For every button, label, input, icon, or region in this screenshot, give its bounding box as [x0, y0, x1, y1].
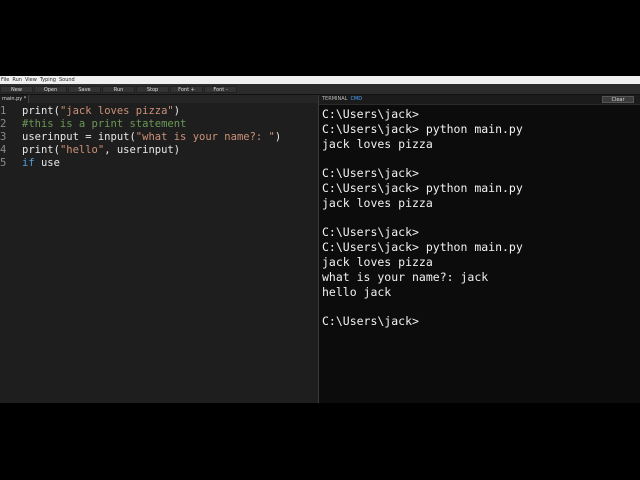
- menu-bar: File Run View Typing Sound: [0, 76, 640, 84]
- terminal-header: TERMINAL CMD Clear: [319, 95, 640, 105]
- code-token: ): [274, 131, 282, 143]
- code-token: if: [22, 157, 35, 169]
- terminal-line: hello jack: [322, 284, 392, 299]
- line-number: 1: [0, 105, 7, 117]
- font-increase-button[interactable]: Font +: [170, 85, 203, 93]
- menu-sound[interactable]: Sound: [59, 76, 75, 84]
- code-line[interactable]: 5 if use: [0, 157, 318, 170]
- line-number: 4: [0, 144, 7, 156]
- stop-button[interactable]: Stop: [136, 85, 169, 93]
- file-tab-main[interactable]: main.py *: [0, 95, 30, 103]
- editor-tab-bar: main.py *: [0, 95, 318, 103]
- toolbar: New Open Save Run Stop Font + Font -: [0, 84, 640, 95]
- terminal-line: C:\Users\jack> python main.py: [322, 121, 523, 136]
- code-text: print("jack loves pizza"): [22, 105, 180, 118]
- terminal-line: C:\Users\jack>: [322, 314, 419, 329]
- open-button[interactable]: Open: [34, 85, 67, 93]
- line-number: 5: [0, 157, 7, 169]
- code-text: #this is a print statement: [22, 118, 186, 131]
- terminal-line: jack loves pizza: [322, 195, 433, 210]
- terminal-panel[interactable]: TERMINAL CMD Clear C:\Users\jack> C:\User…: [319, 95, 640, 403]
- code-text: userinput = input("what is your name?: "…: [22, 131, 281, 144]
- font-decrease-button[interactable]: Font -: [204, 85, 237, 93]
- terminal-line: what is your name?: jack: [322, 269, 489, 284]
- terminal-line: C:\Users\jack>: [322, 225, 419, 240]
- workspace: main.py * 1 print("jack loves pizza") 2 #th…: [0, 95, 640, 403]
- code-line[interactable]: 3 userinput = input("what is your name?: …: [0, 131, 318, 144]
- clear-button[interactable]: Clear: [602, 96, 634, 103]
- tab-terminal[interactable]: TERMINAL: [322, 95, 347, 104]
- terminal-line: C:\Users\jack>: [322, 166, 419, 181]
- code-token: ): [173, 105, 181, 117]
- menu-run[interactable]: Run: [12, 76, 22, 84]
- code-line[interactable]: 1 print("jack loves pizza"): [0, 105, 318, 118]
- code-token: "jack loves pizza": [59, 105, 174, 117]
- code-token: #this is a print statement: [22, 118, 187, 130]
- menu-view[interactable]: View: [25, 76, 37, 84]
- terminal-line: C:\Users\jack>: [322, 107, 419, 121]
- code-token: , userinput): [104, 144, 181, 156]
- tab-cmd[interactable]: CMD: [350, 95, 362, 104]
- terminal-line: jack loves pizza: [322, 136, 433, 151]
- code-text: print("hello", userinput): [22, 144, 180, 157]
- code-editor[interactable]: main.py * 1 print("jack loves pizza") 2 #th…: [0, 95, 319, 403]
- terminal-output[interactable]: C:\Users\jack> C:\Users\jack> python main…: [322, 107, 640, 329]
- code-line[interactable]: 2 #this is a print statement: [0, 118, 318, 131]
- terminal-line: C:\Users\jack> python main.py: [322, 180, 523, 195]
- code-token: "hello": [59, 144, 105, 156]
- menu-typing[interactable]: Typing: [40, 76, 56, 84]
- code-token: use: [34, 157, 60, 169]
- code-line[interactable]: 4 print("hello", userinput): [0, 144, 318, 157]
- ide-window: File Run View Typing Sound New Open Save…: [0, 76, 640, 403]
- new-button[interactable]: New: [0, 85, 33, 93]
- menu-file[interactable]: File: [1, 76, 9, 84]
- terminal-line: jack loves pizza: [322, 254, 433, 269]
- terminal-line: C:\Users\jack> python main.py: [322, 240, 523, 255]
- code-area[interactable]: 1 print("jack loves pizza") 2 #this is a pr…: [0, 105, 318, 170]
- line-number: 3: [0, 131, 7, 143]
- run-button[interactable]: Run: [102, 85, 135, 93]
- save-button[interactable]: Save: [68, 85, 101, 93]
- code-token: userinput = input(: [22, 131, 136, 143]
- code-token: print(: [22, 144, 60, 156]
- code-token: "what is your name?: ": [135, 131, 275, 143]
- code-token: print(: [22, 105, 60, 117]
- code-text: if use: [22, 157, 60, 170]
- line-number: 2: [0, 118, 7, 130]
